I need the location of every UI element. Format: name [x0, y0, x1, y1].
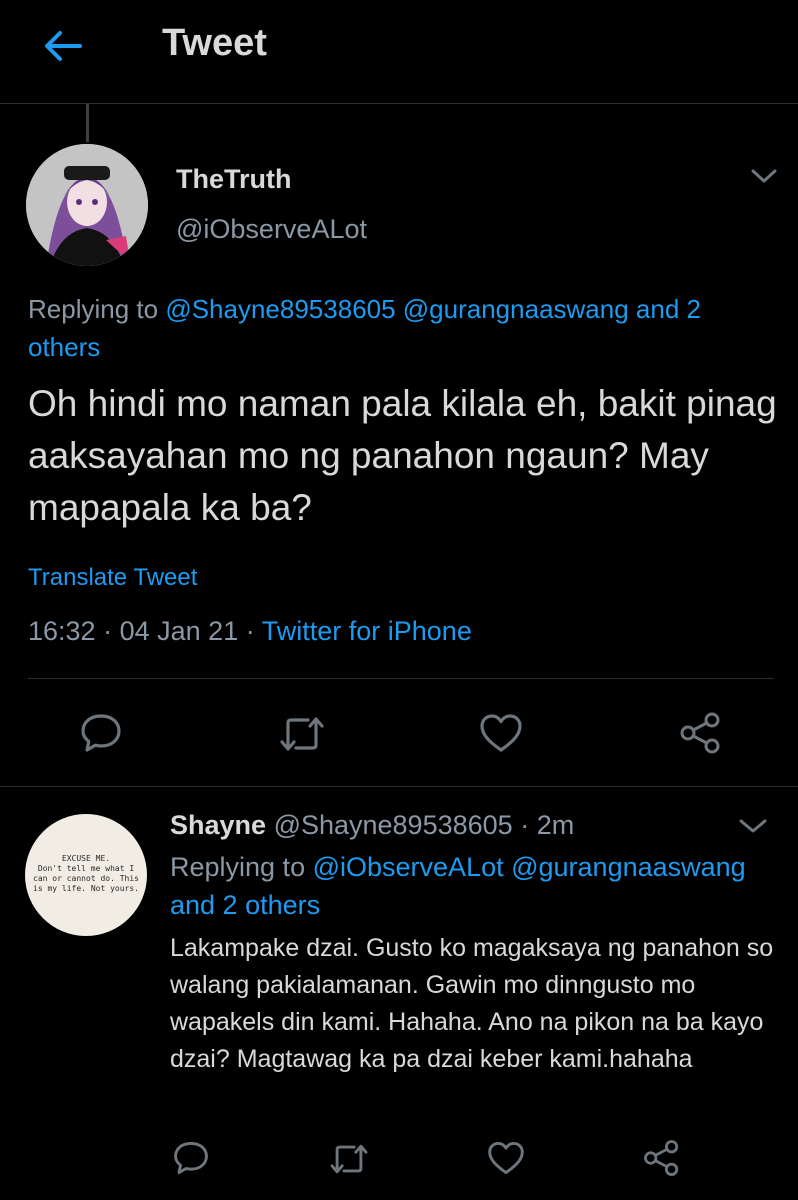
author-handle[interactable]: @Shayne89538605	[274, 810, 513, 840]
retweet-button[interactable]	[328, 1142, 370, 1176]
avatar-text: EXCUSE ME. Don't tell me what I can or c…	[33, 854, 139, 893]
tweet-text: Oh hindi mo naman pala kilala eh, bakit …	[28, 383, 777, 528]
share-icon	[678, 710, 724, 756]
retweet-icon	[328, 1142, 370, 1176]
author-name[interactable]: Shayne	[170, 810, 266, 840]
tweet-metadata: 16:32 · 04 Jan 21 · Twitter for iPhone	[28, 616, 472, 647]
replying-to: Replying to @Shayne89538605 @gurangnaasw…	[28, 290, 778, 366]
share-button[interactable]	[642, 1138, 682, 1178]
reply-author-line: Shayne @Shayne89538605 · 2m	[170, 810, 574, 841]
arrow-left-icon	[40, 31, 84, 72]
replying-to: Replying to @iObserveALot @gurangnaaswan…	[170, 848, 782, 924]
separator: ·	[245, 616, 255, 646]
divider	[0, 786, 798, 787]
comment-icon	[172, 1140, 210, 1176]
separator: ·	[103, 616, 113, 646]
separator: ·	[520, 810, 530, 840]
chevron-down-icon	[748, 169, 780, 194]
tweet-time: 16:32	[28, 616, 96, 646]
author-handle[interactable]: @iObserveALot	[176, 214, 367, 245]
reply-button[interactable]	[172, 1140, 210, 1176]
reply-button[interactable]	[79, 712, 123, 754]
avatar[interactable]: EXCUSE ME. Don't tell me what I can or c…	[25, 814, 147, 936]
top-bar: Tweet	[0, 0, 798, 104]
like-button[interactable]	[478, 712, 524, 754]
heart-icon	[478, 712, 524, 754]
replying-to-label: Replying to	[28, 294, 159, 324]
tweet-text: Lakampake dzai. Gusto ko magaksaya ng pa…	[170, 934, 774, 1073]
share-icon	[642, 1138, 682, 1178]
tweet-menu-button[interactable]	[736, 812, 770, 840]
share-button[interactable]	[678, 710, 724, 756]
tweet-date: 04 Jan 21	[119, 616, 239, 646]
tweet-menu-button[interactable]	[748, 162, 780, 190]
chevron-down-icon	[736, 819, 770, 844]
divider	[28, 678, 774, 679]
replying-to-others-link[interactable]: and 2 others	[170, 890, 320, 920]
back-button[interactable]	[40, 24, 84, 68]
replying-to-links[interactable]: @iObserveALot @gurangnaaswang	[313, 852, 746, 882]
like-button[interactable]	[486, 1140, 526, 1176]
thread-connector-line	[86, 104, 89, 142]
tweet-time-ago: 2m	[536, 810, 575, 840]
heart-icon	[486, 1140, 526, 1176]
page-title: Tweet	[162, 22, 267, 64]
author-name[interactable]: TheTruth	[176, 164, 292, 195]
avatar[interactable]	[26, 144, 148, 266]
comment-icon	[79, 712, 123, 754]
retweet-button[interactable]	[278, 714, 326, 754]
tweet-source[interactable]: Twitter for iPhone	[262, 616, 472, 646]
translate-tweet-link[interactable]: Translate Tweet	[28, 564, 197, 592]
retweet-icon	[278, 714, 326, 754]
replying-to-label: Replying to	[170, 852, 306, 882]
